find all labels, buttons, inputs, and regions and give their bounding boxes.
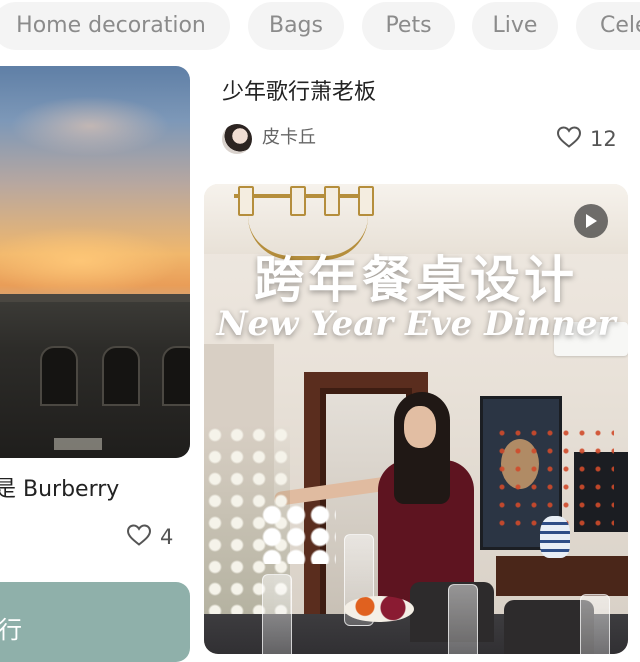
feed-card-title[interactable]: 少年歌行萧老板 bbox=[222, 76, 376, 110]
category-chip-celebrity[interactable]: Cele bbox=[576, 2, 640, 50]
like-button[interactable]: 12 bbox=[556, 124, 617, 154]
feed-card-next[interactable]: 行 bbox=[0, 582, 190, 662]
feed-card-caption[interactable]: 还是 Burberry bbox=[0, 474, 202, 506]
category-chip-home-decoration[interactable]: Home decoration bbox=[0, 2, 230, 50]
video-overlay-subtitle: New Year Eve Dinner bbox=[216, 304, 616, 344]
category-chip-pets[interactable]: Pets bbox=[362, 2, 455, 50]
category-tabs: Home decoration Bags Pets Live Cele bbox=[0, 0, 640, 58]
heart-icon bbox=[126, 523, 152, 551]
heart-icon bbox=[556, 125, 582, 153]
video-overlay-title: 跨年餐桌设计 bbox=[254, 251, 578, 309]
feed-card-video[interactable]: 跨年餐桌设计 New Year Eve Dinner bbox=[204, 184, 628, 654]
author-avatar[interactable] bbox=[222, 124, 252, 154]
feed-card-image-sunset-building[interactable] bbox=[0, 66, 190, 458]
like-count: 12 bbox=[590, 127, 617, 151]
category-chip-bags[interactable]: Bags bbox=[248, 2, 344, 50]
category-chip-live[interactable]: Live bbox=[472, 2, 558, 50]
like-count: 4 bbox=[160, 525, 174, 549]
author-name[interactable]: 皮卡丘 bbox=[262, 122, 316, 154]
like-button[interactable]: 4 bbox=[126, 522, 173, 552]
play-icon bbox=[584, 213, 598, 229]
play-button[interactable] bbox=[574, 204, 608, 238]
